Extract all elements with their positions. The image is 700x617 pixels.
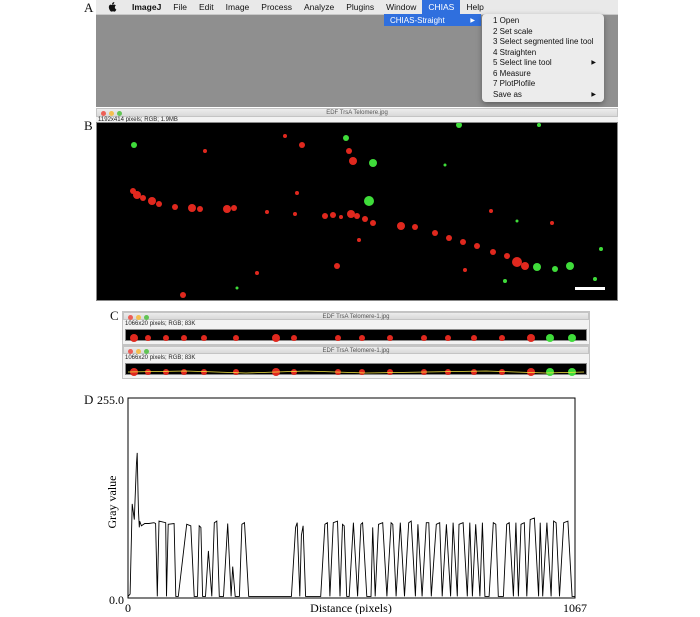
- menu-edit[interactable]: Edit: [193, 0, 220, 14]
- scale-bar: [575, 287, 605, 290]
- panel-label-c: C: [110, 308, 119, 323]
- menu-item-measure[interactable]: 6 Measure: [482, 69, 604, 80]
- menu-item-save-as[interactable]: Save as ▶: [482, 90, 604, 101]
- menu-item-segmented-line-tool[interactable]: 3 Select segmented line tool: [482, 37, 604, 48]
- plot-frame: [127, 397, 576, 599]
- window-c2[interactable]: EDF TrsA Telomere-1.jpg 1066x20 pixels; …: [122, 345, 590, 379]
- menu-window[interactable]: Window: [380, 0, 422, 14]
- menu-item-open[interactable]: 1 Open: [482, 16, 604, 27]
- y-tick-label-top: 255.0: [97, 393, 124, 407]
- menu-item-straighten[interactable]: 4 Straighten: [482, 48, 604, 59]
- menu-imagej[interactable]: ImageJ: [126, 0, 167, 14]
- window-b-titlebar[interactable]: EDF TrsA Telomere.jpg: [96, 108, 618, 117]
- submenu-arrow-icon: ▶: [591, 60, 596, 66]
- menu-item-set-scale[interactable]: 2 Set scale: [482, 27, 604, 38]
- submenu-arrow-icon: ▶: [591, 91, 596, 98]
- straightened-strip-2[interactable]: [125, 363, 587, 376]
- apple-icon[interactable]: [106, 1, 118, 13]
- panel-label-b: B: [84, 118, 93, 133]
- window-c1-titlebar[interactable]: EDF TrsA Telomere-1.jpg: [123, 312, 589, 320]
- menu-process[interactable]: Process: [255, 0, 298, 14]
- submenu-chias-straight[interactable]: CHIAS-Straight ▶: [384, 14, 481, 26]
- x-tick-label-right: 1067: [563, 601, 587, 614]
- fluorescence-image[interactable]: [96, 122, 618, 301]
- x-axis-label: Distance (pixels): [310, 601, 392, 614]
- window-c2-info: 1066x20 pixels; RGB; 83K: [123, 355, 589, 362]
- y-tick-label-bottom: 0.0: [109, 593, 124, 607]
- window-c2-titlebar[interactable]: EDF TrsA Telomere-1.jpg: [123, 346, 589, 354]
- submenu-arrow-icon: ▶: [470, 17, 475, 24]
- window-c1-info: 1066x20 pixels; RGB; 83K: [123, 321, 589, 328]
- menu-bar: ImageJ File Edit Image Process Analyze P…: [96, 0, 618, 15]
- x-tick-label-left: 0: [125, 601, 131, 614]
- panel-label-d: D: [84, 392, 94, 407]
- menu-image[interactable]: Image: [220, 0, 256, 14]
- chias-straight-menu: 1 Open 2 Set scale 3 Select segmented li…: [482, 14, 604, 102]
- menu-analyze[interactable]: Analyze: [298, 0, 340, 14]
- menu-help[interactable]: Help: [460, 0, 489, 14]
- line-selection: [127, 370, 585, 374]
- menu-chias[interactable]: CHIAS: [422, 0, 461, 14]
- menu-plugins[interactable]: Plugins: [340, 0, 380, 14]
- straightened-strip-1[interactable]: [125, 329, 587, 342]
- submenu-chias-straight-label: CHIAS-Straight: [390, 15, 445, 25]
- panel-label-a: A: [84, 0, 94, 15]
- menu-file[interactable]: File: [167, 0, 193, 14]
- plot-profile-chart: 255.0 0.0 0 1067 Distance (pixels) Gray …: [97, 393, 587, 614]
- y-axis-label: Gray value: [105, 476, 119, 529]
- menu-item-select-line-tool[interactable]: 5 Select line tool ▶: [482, 58, 604, 69]
- window-c2-title: EDF TrsA Telomere-1.jpg: [322, 348, 390, 354]
- window-c1[interactable]: EDF TrsA Telomere-1.jpg 1066x20 pixels; …: [122, 311, 590, 345]
- menu-item-plot-profile[interactable]: 7 PlotPlofile: [482, 79, 604, 90]
- window-c1-title: EDF TrsA Telomere-1.jpg: [322, 314, 390, 320]
- window-b-title: EDF TrsA Telomere.jpg: [326, 110, 388, 116]
